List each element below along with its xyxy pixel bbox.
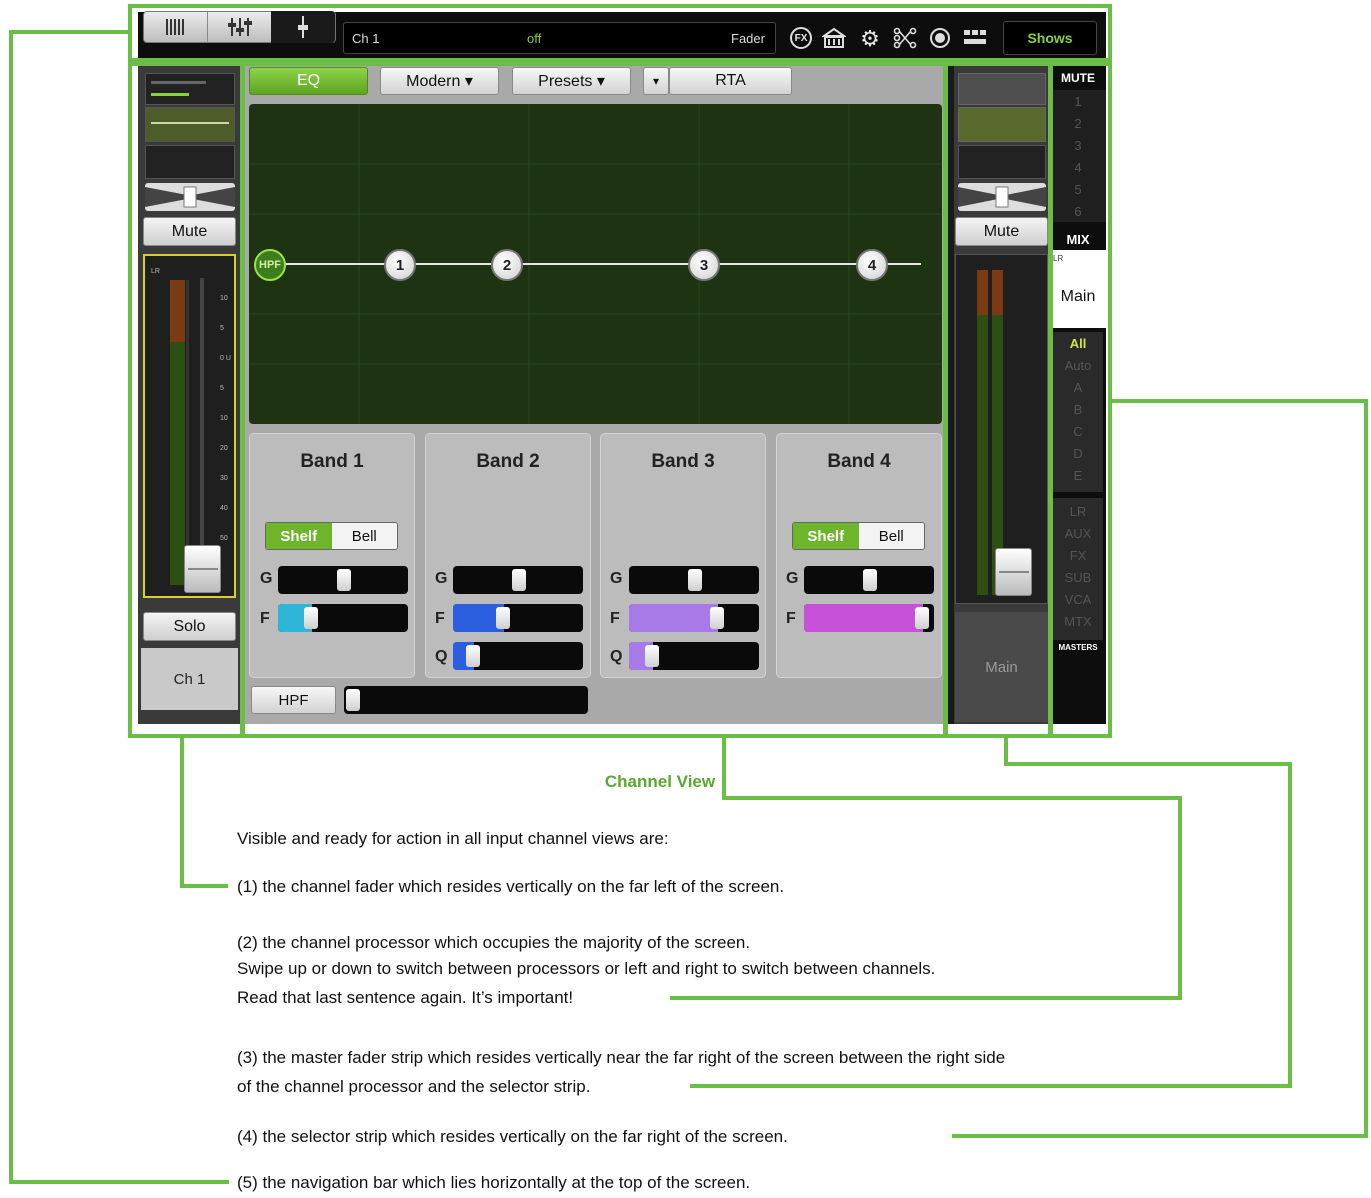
item-4-text: (4) the selector strip which resides ver…: [237, 1127, 788, 1146]
item-2-line-3: Read that last sentence again. It’s impo…: [237, 988, 574, 1007]
callout-box-processor: [241, 62, 947, 738]
callout-line-2d: [670, 996, 1182, 1000]
callout-box-master: [944, 62, 1052, 738]
callout-box-channel-fader: [128, 62, 244, 738]
document-title: Channel View: [604, 772, 716, 791]
callout-line-5a: [9, 30, 130, 34]
item-2-line-2: Swipe up or down to switch between proce…: [237, 959, 936, 978]
item-3-line-2: of the channel processor and the selecto…: [237, 1077, 591, 1096]
callout-line-1a: [180, 738, 184, 888]
callout-line-1b: [180, 884, 228, 888]
item-2-line-1: (2) the channel processor which occupies…: [237, 933, 751, 952]
callout-line-4c: [952, 1134, 1368, 1138]
callout-line-3c: [1288, 762, 1292, 1088]
callout-line-2c: [1178, 796, 1182, 1000]
item-5-text: (5) the navigation bar which lies horizo…: [237, 1173, 751, 1192]
callout-box-selector: [1049, 62, 1112, 738]
callout-line-4b: [1364, 399, 1368, 1138]
item-1-text: (1) the channel fader which resides vert…: [237, 877, 785, 896]
callout-line-5b: [9, 30, 13, 1184]
callout-line-2b: [722, 796, 1182, 800]
intro-text: Visible and ready for action in all inpu…: [237, 829, 669, 848]
callout-line-3b: [1004, 762, 1292, 766]
callout-box-navbar: [128, 4, 1112, 62]
callout-line-5c: [9, 1180, 229, 1184]
callout-line-4a: [1112, 399, 1368, 403]
callout-line-3d: [690, 1084, 1292, 1088]
item-3-line-1: (3) the master fader strip which resides…: [237, 1048, 1006, 1067]
